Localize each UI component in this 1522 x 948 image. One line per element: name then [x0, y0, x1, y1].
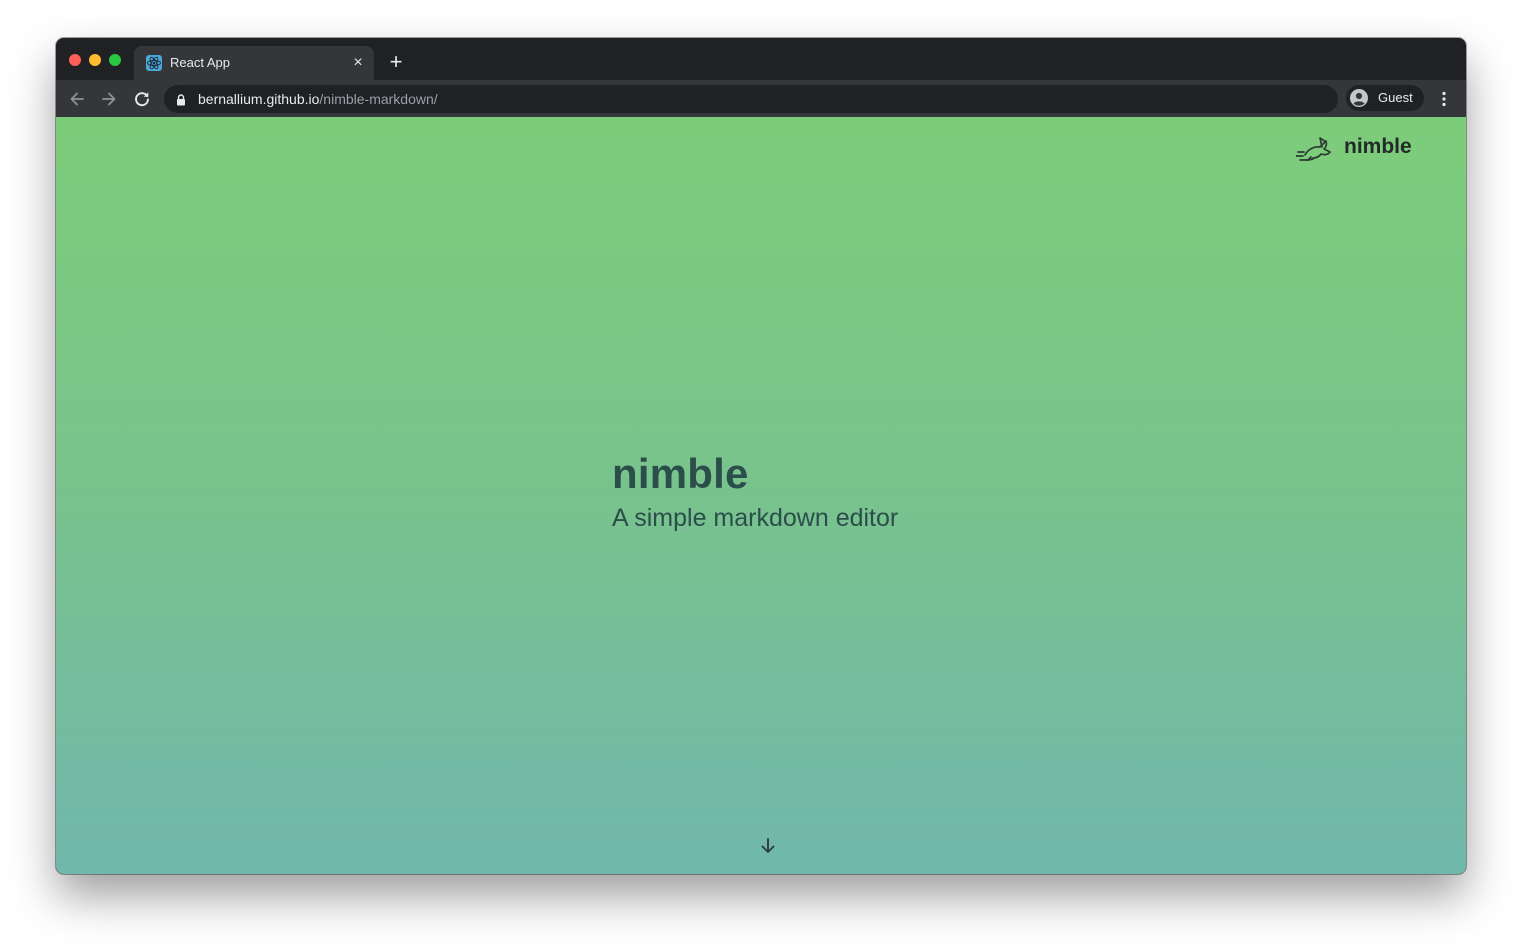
browser-toolbar: bernallium.github.io/nimble-markdown/ Gu…	[56, 80, 1466, 117]
url-text: bernallium.github.io/nimble-markdown/	[198, 91, 438, 107]
close-window-button[interactable]	[69, 54, 81, 66]
tab-strip: React App × +	[56, 38, 1466, 80]
address-bar[interactable]: bernallium.github.io/nimble-markdown/	[164, 85, 1338, 113]
page-viewport: nimble nimble A simple markdown editor	[56, 117, 1466, 874]
reload-button[interactable]	[131, 88, 153, 110]
arrow-left-icon	[70, 92, 84, 106]
menu-button[interactable]	[1434, 89, 1454, 109]
url-host: bernallium.github.io	[198, 91, 320, 107]
close-tab-button[interactable]: ×	[350, 55, 366, 71]
profile-avatar-icon	[1350, 89, 1368, 112]
minimize-window-button[interactable]	[89, 54, 101, 66]
page-title: nimble	[612, 450, 749, 497]
maximize-window-button[interactable]	[109, 54, 121, 66]
more-vert-icon	[1442, 91, 1446, 107]
react-icon	[146, 55, 162, 71]
profile-button[interactable]: Guest	[1346, 85, 1424, 111]
reload-icon	[135, 92, 149, 107]
rabbit-icon	[1295, 133, 1334, 168]
url-path: /nimble-markdown/	[319, 91, 438, 107]
brand-name: nimble	[1344, 135, 1412, 158]
tab-title: React App	[170, 55, 230, 70]
profile-label: Guest	[1378, 90, 1413, 105]
arrow-right-icon	[102, 92, 116, 106]
tab-react-app[interactable]: React App ×	[134, 46, 374, 80]
new-tab-button[interactable]: +	[386, 51, 406, 73]
browser-window: React App × + bernallium.github.io/nimbl…	[56, 38, 1466, 874]
lock-icon	[176, 93, 186, 111]
page-subtitle: A simple markdown editor	[612, 504, 899, 532]
back-button[interactable]	[66, 88, 88, 110]
scroll-down-button[interactable]	[758, 836, 778, 856]
forward-button[interactable]	[98, 88, 120, 110]
arrow-down-icon	[761, 838, 775, 853]
